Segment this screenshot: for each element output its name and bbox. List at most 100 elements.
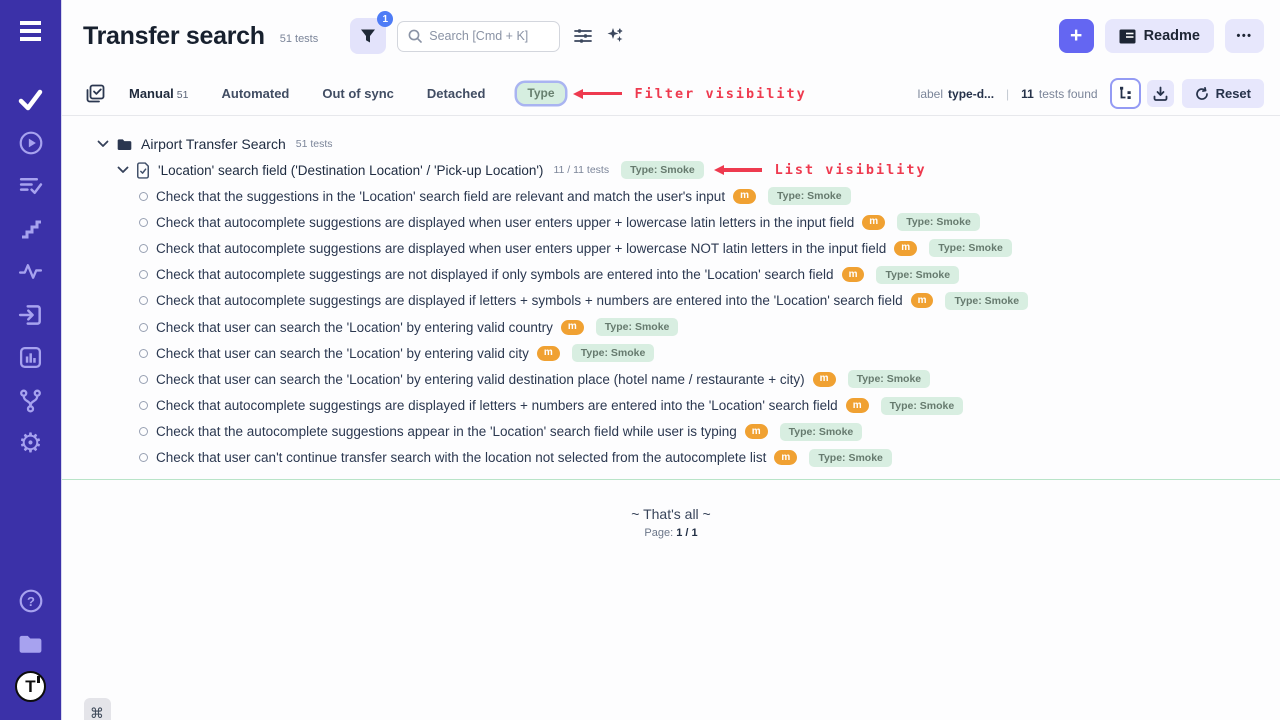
type-filter-chip[interactable]: Type bbox=[517, 83, 564, 104]
command-icon: ⌘ bbox=[90, 706, 104, 720]
test-row[interactable]: Check that user can search the 'Location… bbox=[62, 340, 1280, 366]
download-button[interactable] bbox=[1147, 80, 1174, 107]
page-header: Transfer search 51 tests 1 + Readme ••• bbox=[62, 0, 1280, 72]
status-circle-icon bbox=[139, 244, 148, 253]
user-avatar[interactable]: T bbox=[0, 665, 62, 708]
reset-label: Reset bbox=[1216, 86, 1251, 101]
type-badge: Type: Smoke bbox=[768, 187, 851, 205]
add-button[interactable]: + bbox=[1059, 19, 1094, 53]
status-circle-icon bbox=[139, 349, 148, 358]
manual-badge: m bbox=[813, 372, 836, 387]
manual-badge: m bbox=[911, 293, 934, 308]
type-badge: Type: Smoke bbox=[876, 266, 959, 284]
list-check-icon[interactable] bbox=[0, 164, 62, 207]
status-circle-icon bbox=[139, 427, 148, 436]
type-badge: Type: Smoke bbox=[596, 318, 679, 336]
steps-icon[interactable] bbox=[0, 207, 62, 250]
status-circle-icon bbox=[139, 323, 148, 332]
manual-badge: m bbox=[774, 450, 797, 465]
chevron-down-icon[interactable] bbox=[117, 166, 129, 174]
pagination: Page: 1 / 1 bbox=[62, 527, 1280, 539]
test-row[interactable]: Check that autocomplete suggestings are … bbox=[62, 262, 1280, 288]
red-arrow-icon bbox=[573, 89, 583, 99]
test-row[interactable]: Check that the autocomplete suggestions … bbox=[62, 419, 1280, 445]
import-icon[interactable] bbox=[0, 293, 62, 336]
download-icon bbox=[1153, 86, 1168, 101]
tab-out-of-sync[interactable]: Out of sync bbox=[322, 86, 394, 101]
folder-icon[interactable] bbox=[0, 622, 62, 665]
tab-manual[interactable]: Manual51 bbox=[129, 86, 188, 101]
readme-book-icon bbox=[1119, 29, 1136, 44]
more-button[interactable]: ••• bbox=[1225, 19, 1264, 53]
status-circle-icon bbox=[139, 401, 148, 410]
folder-name: Airport Transfer Search bbox=[141, 136, 286, 152]
suite-test-count: 11 / 11 tests bbox=[553, 164, 609, 176]
test-row[interactable]: Check that autocomplete suggestings are … bbox=[62, 393, 1280, 419]
end-of-list-text: ~ That's all ~ bbox=[62, 506, 1280, 522]
type-badge: Type: Smoke bbox=[881, 397, 964, 415]
tree-view-button[interactable] bbox=[1112, 80, 1139, 107]
chart-icon[interactable] bbox=[0, 336, 62, 379]
select-all-icon[interactable] bbox=[86, 84, 105, 103]
test-title: Check that autocomplete suggestions are … bbox=[156, 241, 886, 256]
type-badge: Type: Smoke bbox=[780, 423, 863, 441]
list-visibility-annotation: List visibility bbox=[714, 162, 927, 178]
status-circle-icon bbox=[139, 375, 148, 384]
chevron-down-icon[interactable] bbox=[97, 140, 109, 148]
list-end-divider bbox=[62, 479, 1280, 480]
reset-button[interactable]: Reset bbox=[1182, 79, 1264, 108]
manual-badge: m bbox=[745, 424, 768, 439]
pulse-icon[interactable] bbox=[0, 250, 62, 293]
status-circle-icon bbox=[139, 453, 148, 462]
test-row[interactable]: Check that user can search the 'Location… bbox=[62, 314, 1280, 340]
filter-count-badge: 1 bbox=[377, 11, 393, 27]
view-settings-icon[interactable] bbox=[574, 28, 592, 44]
manual-badge: m bbox=[862, 215, 885, 230]
keyboard-shortcut-button[interactable]: ⌘ bbox=[84, 698, 111, 720]
test-title: Check that autocomplete suggestings are … bbox=[156, 267, 834, 282]
red-arrow-icon bbox=[714, 165, 724, 175]
search-input[interactable] bbox=[429, 29, 544, 43]
suite-type-badge: Type: Smoke bbox=[621, 161, 704, 179]
tab-detached[interactable]: Detached bbox=[427, 86, 486, 101]
reset-icon bbox=[1195, 87, 1209, 101]
ai-sparkles-icon[interactable] bbox=[606, 27, 624, 45]
test-row[interactable]: Check that autocomplete suggestions are … bbox=[62, 209, 1280, 235]
tree-suite-row[interactable]: 'Location' search field ('Destination Lo… bbox=[62, 157, 1280, 183]
readme-button[interactable]: Readme bbox=[1105, 19, 1214, 53]
test-list: Check that the suggestions in the 'Locat… bbox=[62, 183, 1280, 471]
test-row[interactable]: Check that user can search the 'Location… bbox=[62, 366, 1280, 392]
test-row[interactable]: Check that the suggestions in the 'Locat… bbox=[62, 183, 1280, 209]
branch-icon[interactable] bbox=[0, 379, 62, 422]
funnel-icon bbox=[360, 28, 376, 44]
test-title: Check that autocomplete suggestings are … bbox=[156, 398, 838, 413]
test-title: Check that user can search the 'Location… bbox=[156, 320, 553, 335]
type-badge: Type: Smoke bbox=[945, 292, 1028, 310]
play-circle-icon[interactable] bbox=[0, 121, 62, 164]
readme-label: Readme bbox=[1144, 28, 1200, 44]
test-row[interactable]: Check that autocomplete suggestions are … bbox=[62, 235, 1280, 261]
test-title: Check that user can search the 'Location… bbox=[156, 372, 805, 387]
tab-automated[interactable]: Automated bbox=[221, 86, 289, 101]
menu-icon[interactable] bbox=[0, 0, 62, 62]
filter-visibility-annotation: Filter visibility bbox=[573, 86, 807, 102]
filter-button[interactable]: 1 bbox=[350, 18, 386, 54]
search-box[interactable] bbox=[397, 21, 560, 52]
folder-filled-icon bbox=[116, 137, 133, 152]
settings-gear-icon[interactable]: ⚙ bbox=[0, 422, 62, 465]
filter-bar: Manual51 Automated Out of sync Detached … bbox=[62, 72, 1280, 116]
tree-folder-row[interactable]: Airport Transfer Search 51 tests bbox=[62, 131, 1280, 157]
manual-badge: m bbox=[733, 189, 756, 204]
type-badge: Type: Smoke bbox=[809, 449, 892, 467]
type-badge: Type: Smoke bbox=[572, 344, 655, 362]
sidebar: ⚙ ? T bbox=[0, 0, 62, 720]
checkmark-icon[interactable] bbox=[0, 78, 62, 121]
manual-badge: m bbox=[842, 267, 865, 282]
test-title: Check that the autocomplete suggestions … bbox=[156, 424, 737, 439]
test-title: Check that user can search the 'Location… bbox=[156, 346, 529, 361]
status-circle-icon bbox=[139, 296, 148, 305]
test-repository: Airport Transfer Search 51 tests 'Locati… bbox=[62, 116, 1280, 539]
help-icon[interactable]: ? bbox=[0, 579, 62, 622]
test-row[interactable]: Check that user can't continue transfer … bbox=[62, 445, 1280, 471]
test-row[interactable]: Check that autocomplete suggestings are … bbox=[62, 288, 1280, 314]
